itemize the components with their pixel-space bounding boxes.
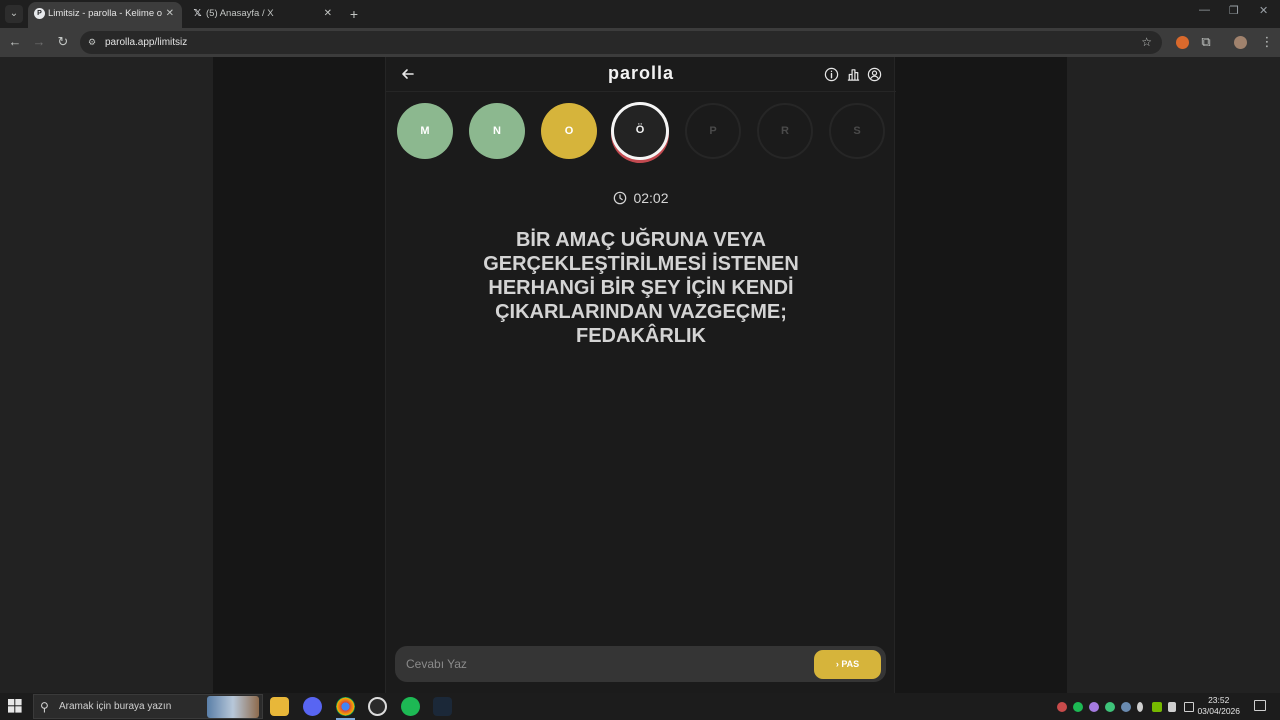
x-favicon-icon: 𝕏	[193, 8, 202, 19]
parolla-favicon-icon: P	[34, 8, 45, 19]
tab-title: (5) Anasayfa / X	[206, 8, 274, 19]
question-text: BİR AMAÇ UĞRUNA VEYA GERÇEKLEŞTİRİLMESİ …	[483, 229, 799, 347]
pass-button[interactable]: › PAS	[814, 650, 881, 679]
restore-icon[interactable]: ❐	[1229, 4, 1239, 17]
search-placeholder: Aramak için buraya yazın	[59, 701, 172, 712]
nvidia-icon[interactable]	[1152, 702, 1162, 712]
clock-date: 03/04/2026	[1197, 706, 1240, 716]
timer: 02:02	[386, 190, 896, 208]
chrome-icon[interactable]	[336, 697, 355, 720]
browser-toolbar: ← → ↻ ⚙ parolla.app/limitsiz ☆ ⧉ ⋮	[0, 28, 1280, 57]
new-tab-icon[interactable]: +	[347, 5, 361, 23]
clock-time: 23:52	[1208, 695, 1230, 705]
app-logo[interactable]: parolla	[386, 63, 896, 84]
back-nav-icon[interactable]: ←	[6, 33, 24, 51]
system-clock[interactable]: 23:52 03/04/2026	[1197, 695, 1240, 717]
spotify-icon[interactable]	[401, 697, 420, 716]
clock-icon	[614, 191, 627, 205]
close-tab-icon[interactable]: ✕	[166, 2, 174, 26]
tray-spotify-icon[interactable]	[1073, 702, 1083, 712]
letter-m[interactable]: M	[397, 103, 453, 159]
address-bar[interactable]: ⚙ parolla.app/limitsiz ☆	[80, 31, 1162, 54]
close-tab-icon[interactable]: ✕	[324, 2, 332, 26]
bookmark-star-icon[interactable]: ☆	[1141, 31, 1152, 54]
taskbar-search[interactable]: ⚲ Aramak için buraya yazın	[33, 694, 263, 719]
menu-dots-icon[interactable]: ⋮	[1258, 33, 1276, 51]
info-icon[interactable]	[824, 67, 839, 82]
pass-label: PAS	[841, 659, 860, 669]
discord-icon[interactable]	[303, 697, 322, 716]
minimize-icon[interactable]: —	[1199, 4, 1210, 16]
answer-bar: › PAS	[395, 646, 886, 682]
file-explorer-icon[interactable]	[270, 697, 289, 716]
microphone-icon[interactable]	[1137, 702, 1143, 712]
tab-search-button[interactable]: ⌄	[5, 5, 23, 23]
tray-app-icon[interactable]	[1057, 702, 1067, 712]
steam-icon[interactable]	[433, 697, 452, 716]
profile-avatar[interactable]	[1234, 36, 1247, 49]
tab-parolla[interactable]: P Limitsiz - parolla - Kelime oyunu ✕	[28, 2, 182, 28]
user-profile-icon[interactable]	[867, 67, 882, 82]
chevron-right-icon: ›	[835, 659, 839, 669]
answer-input[interactable]	[406, 646, 806, 682]
tray-app-icon[interactable]	[1089, 702, 1099, 712]
forward-nav-icon[interactable]: →	[30, 33, 48, 51]
app-header: parolla	[386, 57, 896, 92]
tray-steam-icon[interactable]	[1121, 702, 1131, 712]
extensions-puzzle-icon[interactable]: ⧉	[1197, 33, 1215, 51]
extension-icon[interactable]	[1176, 36, 1189, 49]
letter-p[interactable]: P	[685, 103, 741, 159]
volume-icon[interactable]	[1168, 702, 1176, 712]
obs-icon[interactable]	[368, 697, 387, 716]
parolla-app: parolla M N O Ö P R S 02:02 BİR AMAÇ UĞR…	[385, 57, 896, 693]
letter-o-umlaut-current[interactable]: Ö	[611, 102, 669, 160]
url-text[interactable]: parolla.app/limitsiz	[105, 31, 187, 54]
tray-app-icon[interactable]	[1105, 702, 1115, 712]
letter-o[interactable]: O	[541, 103, 597, 159]
letter-wheel: M N O Ö P R S	[397, 102, 887, 163]
close-window-icon[interactable]: ✕	[1259, 4, 1268, 17]
page-viewport: parolla M N O Ö P R S 02:02 BİR AMAÇ UĞR…	[0, 57, 1280, 693]
timer-value: 02:02	[633, 190, 669, 206]
search-icon: ⚲	[40, 700, 49, 714]
tab-x[interactable]: 𝕏 (5) Anasayfa / X ✕	[186, 2, 340, 28]
site-info-icon[interactable]: ⚙	[88, 36, 100, 48]
letter-s[interactable]: S	[829, 103, 885, 159]
tab-strip: ⌄ P Limitsiz - parolla - Kelime oyunu ✕ …	[0, 0, 1280, 28]
search-highlight-image	[207, 696, 259, 718]
letter-r[interactable]: R	[757, 103, 813, 159]
network-icon[interactable]	[1184, 702, 1194, 712]
reload-icon[interactable]: ↻	[54, 33, 72, 51]
notification-icon[interactable]	[1254, 700, 1266, 711]
stats-chart-icon[interactable]	[846, 67, 861, 82]
letter-n[interactable]: N	[469, 103, 525, 159]
tab-title: Limitsiz - parolla - Kelime oyunu	[48, 8, 162, 19]
windows-start-icon[interactable]	[8, 699, 22, 713]
windows-taskbar: ⚲ Aramak için buraya yazın 23:52 03/04/2…	[0, 693, 1280, 720]
